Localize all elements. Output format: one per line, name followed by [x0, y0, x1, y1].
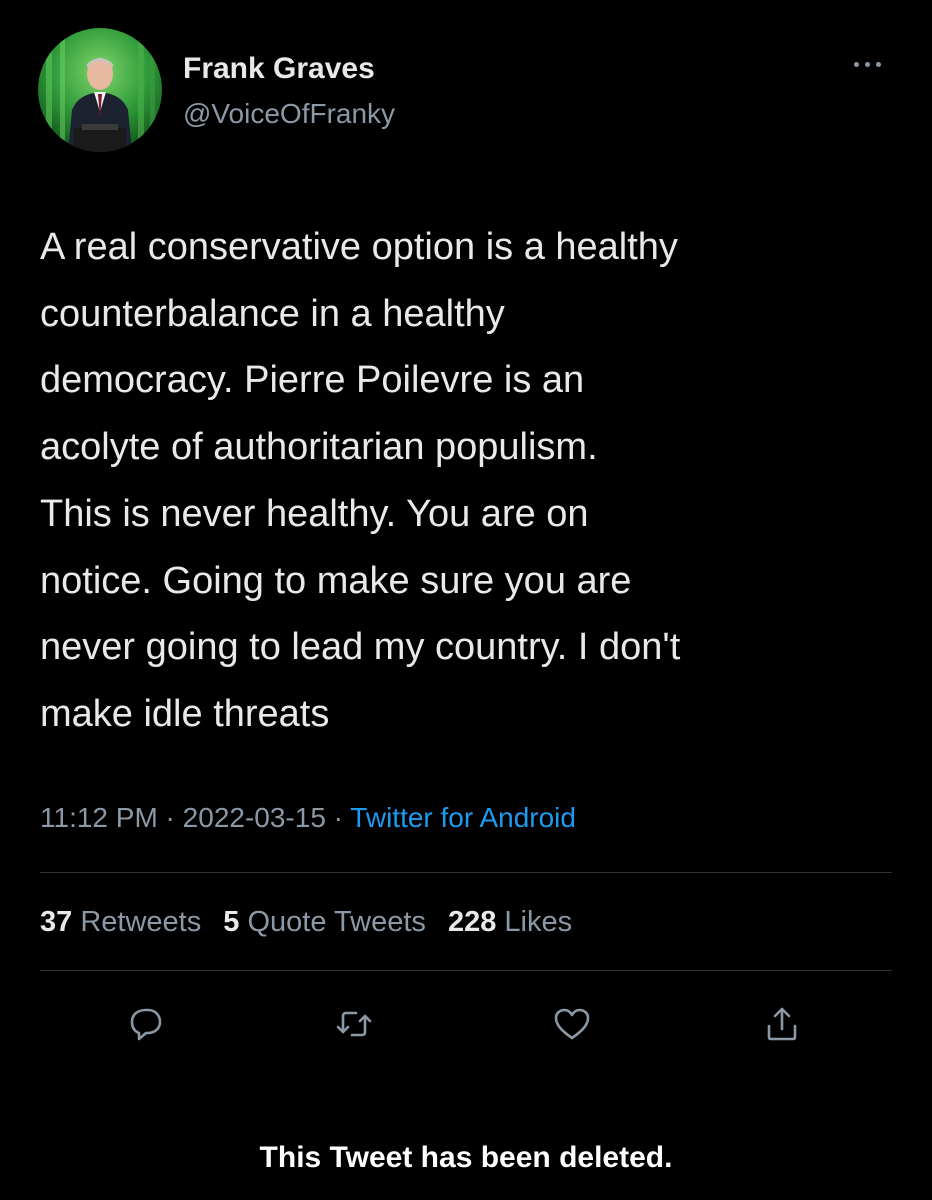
tweet-text-line: notice. Going to make sure you are: [40, 559, 632, 602]
share-icon: [767, 1007, 797, 1041]
more-options-icon[interactable]: [848, 52, 888, 76]
tweet-stats: 37 Retweets 5 Quote Tweets 228 Likes: [40, 902, 586, 942]
quote-tweets-stat[interactable]: 5 Quote Tweets: [223, 906, 426, 938]
tweet-date[interactable]: 2022-03-15: [183, 802, 326, 833]
retweet-button[interactable]: [330, 1000, 378, 1048]
tweet-text-line: make idle threats: [40, 692, 330, 735]
reply-icon: [130, 1008, 162, 1041]
like-heart-icon: [554, 1008, 590, 1040]
tweet-text-line: counterbalance in a healthy: [40, 292, 505, 335]
quote-tweets-label: Quote Tweets: [247, 906, 426, 938]
profile-photo-avatar: [38, 28, 162, 152]
tweet-text-line: This is never healthy. You are on: [40, 492, 589, 535]
author-handle: @VoiceOfFranky: [183, 98, 396, 129]
tweet-text-line: democracy. Pierre Poilevre is an: [40, 359, 585, 402]
retweets-label: Retweets: [80, 906, 202, 938]
like-button[interactable]: [548, 1000, 596, 1048]
more-dot: [865, 62, 870, 67]
likes-label: Likes: [504, 906, 573, 938]
retweets-stat[interactable]: 37 Retweets: [40, 906, 201, 938]
author-name[interactable]: Frank Graves: [183, 52, 375, 86]
tweet-text-line: acolyte of authoritarian populism.: [40, 426, 598, 469]
likes-stat[interactable]: 228 Likes: [448, 906, 572, 938]
reply-button[interactable]: [122, 1000, 170, 1048]
tweet-source-link[interactable]: Twitter for Android: [350, 802, 576, 833]
retweet-icon: [336, 1011, 372, 1037]
more-dot: [876, 62, 881, 67]
tweet-card: Frank Graves @VoiceOfFranky A real conse…: [0, 0, 932, 1200]
more-dot: [854, 62, 859, 67]
tweet-time[interactable]: 11:12 PM: [40, 802, 158, 833]
quote-tweets-count: 5: [223, 906, 240, 938]
tweet-metadata: 11:12 PM · 2022-03-15 · Twitter for Andr…: [40, 800, 576, 836]
share-button[interactable]: [758, 1000, 806, 1048]
likes-count: 228: [447, 906, 497, 938]
meta-separator: ·: [325, 802, 351, 833]
divider: [40, 970, 892, 971]
deleted-notice: This Tweet has been deleted.: [259, 1141, 673, 1174]
tweet-text-line: never going to lead my country. I don't: [40, 626, 681, 669]
meta-separator: ·: [157, 802, 183, 833]
tweet-text-line: A real conservative option is a healthy: [40, 226, 678, 268]
tweet-text: A real conservative option is a healthy …: [40, 214, 910, 748]
avatar[interactable]: [38, 28, 162, 152]
divider: [40, 872, 892, 873]
retweets-count: 37: [40, 906, 73, 938]
